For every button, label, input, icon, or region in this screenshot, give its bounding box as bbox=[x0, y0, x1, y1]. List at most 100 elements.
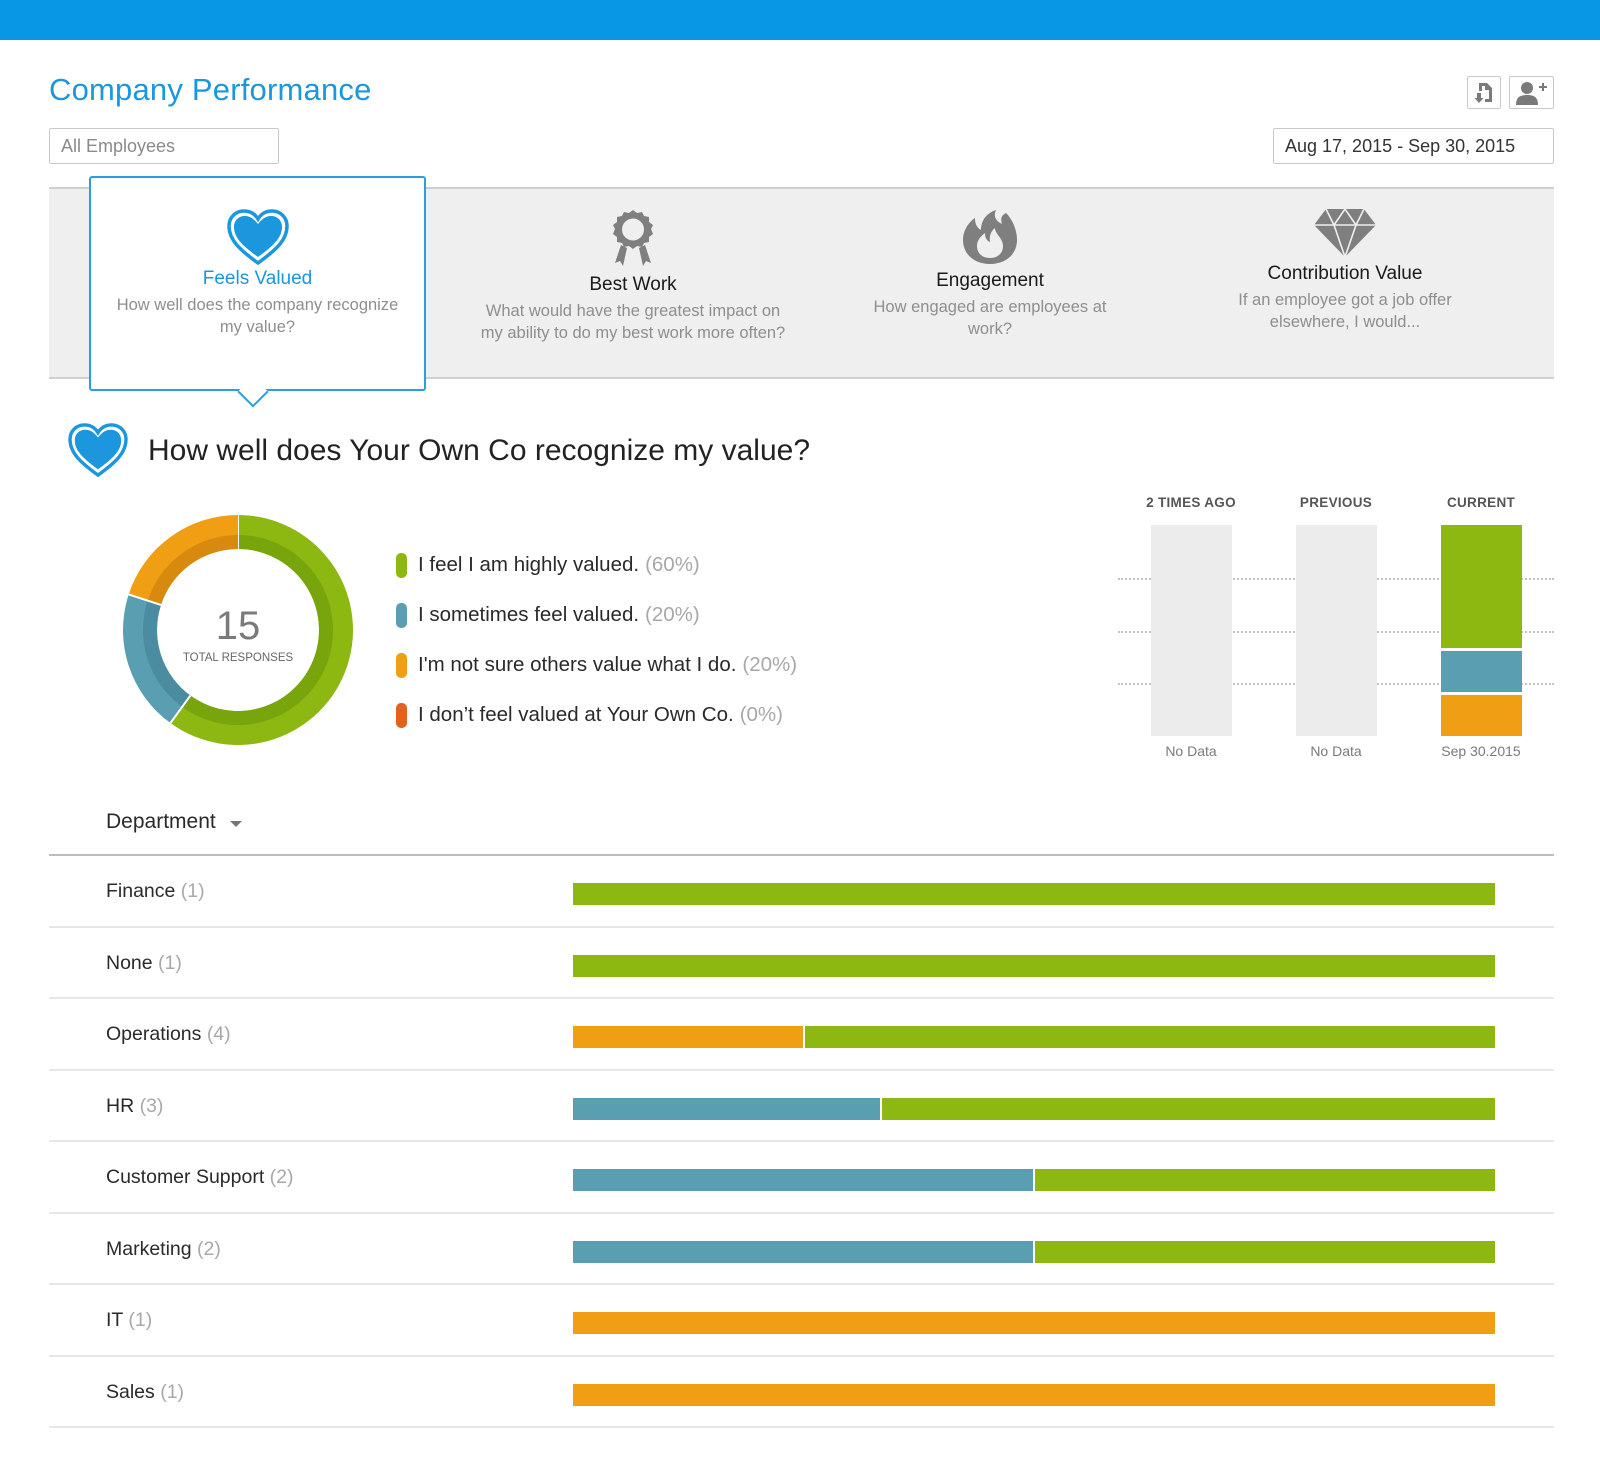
legend-swatch bbox=[396, 602, 407, 628]
heart-icon bbox=[68, 423, 128, 478]
category-tab-engagement[interactable]: Engagement How engaged are employees at … bbox=[855, 208, 1125, 340]
department-bar-segment bbox=[1035, 1169, 1495, 1191]
diamond-icon bbox=[1314, 207, 1376, 259]
department-bar-segment bbox=[573, 1026, 803, 1048]
trend-bar-segment bbox=[1441, 525, 1522, 648]
department-count: (2) bbox=[269, 1166, 294, 1188]
department-grouping-dropdown[interactable]: Department bbox=[106, 810, 242, 834]
legend-swatch bbox=[396, 702, 407, 728]
category-tab-best-work[interactable]: Best Work What would have the greatest i… bbox=[478, 208, 788, 344]
category-description: How engaged are employees at work? bbox=[873, 298, 1107, 338]
department-count: (1) bbox=[160, 1380, 185, 1403]
legend-percent: (20%) bbox=[742, 653, 798, 676]
export-button[interactable] bbox=[1467, 76, 1501, 109]
trend-bar bbox=[1296, 525, 1377, 736]
department-name: Customer Support bbox=[106, 1166, 265, 1188]
donut-total-value: 15 bbox=[216, 604, 261, 648]
employee-filter-select[interactable]: All Employees bbox=[49, 128, 279, 164]
award-ribbon-icon bbox=[613, 210, 653, 266]
department-bar-segment bbox=[573, 1240, 1033, 1263]
department-bar-segment bbox=[573, 883, 1495, 905]
department-stacked-bar bbox=[573, 1240, 1495, 1263]
department-count: (1) bbox=[158, 951, 182, 974]
department-label: HR (3) bbox=[106, 1095, 163, 1118]
trend-bar-segment bbox=[1441, 695, 1522, 736]
legend-label: I don’t feel valued at Your Own Co. bbox=[418, 703, 734, 726]
department-label: None (1) bbox=[106, 952, 182, 975]
legend-swatch bbox=[396, 552, 407, 578]
legend-percent: (20%) bbox=[645, 603, 700, 626]
department-bar-segment bbox=[573, 1169, 1033, 1191]
donut-legend: I feel I am highly valued. (60%) I sometim… bbox=[396, 540, 797, 740]
department-count: (1) bbox=[180, 880, 205, 902]
department-breakdown-table: Finance (1) None (1) Operations (4) HR (3) C… bbox=[49, 856, 1554, 1428]
department-label: Sales (1) bbox=[106, 1381, 184, 1404]
department-row[interactable]: Customer Support (2) bbox=[49, 1142, 1554, 1214]
donut-total-label: TOTAL RESPONSES bbox=[183, 652, 294, 664]
add-user-icon bbox=[1515, 81, 1547, 105]
department-name: Marketing bbox=[106, 1237, 192, 1260]
trend-stacked-bar-chart: 2 TIMES AGO No Data PREVIOUS No Data CURRENT… bbox=[1118, 495, 1554, 765]
category-title: Best Work bbox=[589, 274, 677, 295]
department-name: Operations bbox=[106, 1023, 202, 1045]
trend-column-header: PREVIOUS bbox=[1299, 495, 1373, 510]
trend-bar-segment bbox=[1441, 651, 1522, 692]
department-row[interactable]: HR (3) bbox=[49, 1071, 1554, 1142]
department-stacked-bar bbox=[573, 1169, 1495, 1191]
department-count: (1) bbox=[128, 1309, 153, 1331]
category-tab-feels-valued[interactable]: Feels Valued How well does the company r… bbox=[89, 176, 426, 391]
category-description: How well does the company recognize my v… bbox=[116, 296, 399, 336]
heart-icon bbox=[226, 209, 289, 266]
department-count: (3) bbox=[139, 1094, 164, 1117]
department-bar-segment bbox=[881, 1097, 1495, 1120]
trend-bar bbox=[1151, 525, 1232, 736]
department-count: (2) bbox=[197, 1237, 221, 1260]
trend-column-header: CURRENT bbox=[1446, 495, 1516, 510]
department-label: IT (1) bbox=[106, 1309, 152, 1332]
flame-icon bbox=[963, 210, 1017, 264]
add-user-button[interactable] bbox=[1509, 76, 1554, 109]
category-description: What would have the greatest impact on m… bbox=[480, 302, 786, 342]
department-stacked-bar bbox=[573, 883, 1495, 905]
legend-label: I sometimes feel valued. bbox=[418, 603, 640, 626]
trend-column-footer: Sep 30.2015 bbox=[1441, 743, 1521, 759]
legend-item: I don’t feel valued at Your Own Co. (0%) bbox=[396, 690, 797, 740]
category-tab-contribution-value[interactable]: Contribution Value If an employee got a … bbox=[1210, 207, 1480, 333]
responses-donut-chart: 15 TOTAL RESPONSES bbox=[123, 515, 353, 745]
trend-bar bbox=[1441, 525, 1522, 736]
department-bar-segment bbox=[573, 1097, 880, 1120]
department-row[interactable]: Finance (1) bbox=[49, 856, 1554, 928]
caret-down-icon bbox=[229, 820, 242, 827]
department-stacked-bar bbox=[573, 1026, 1495, 1048]
department-bar-segment bbox=[573, 954, 1495, 977]
department-count: (4) bbox=[206, 1023, 231, 1045]
department-header-label: Department bbox=[106, 810, 216, 833]
department-bar-segment bbox=[1035, 1240, 1495, 1263]
question-title: How well does Your Own Co recognize my v… bbox=[148, 434, 811, 467]
department-label: Finance (1) bbox=[106, 880, 205, 903]
department-bar-segment bbox=[573, 1312, 1495, 1334]
department-name: None bbox=[106, 951, 153, 974]
top-navigation-bar bbox=[0, 0, 1600, 40]
department-name: Finance bbox=[106, 880, 176, 902]
department-row[interactable]: IT (1) bbox=[49, 1285, 1554, 1357]
department-label: Customer Support (2) bbox=[106, 1166, 294, 1189]
legend-label: I'm not sure others value what I do. bbox=[418, 653, 737, 676]
department-row[interactable]: Sales (1) bbox=[49, 1357, 1554, 1428]
department-row[interactable]: Operations (4) bbox=[49, 999, 1554, 1071]
department-bar-segment bbox=[805, 1026, 1495, 1048]
legend-item: I'm not sure others value what I do. (20%… bbox=[396, 640, 797, 690]
legend-percent: (0%) bbox=[739, 703, 783, 726]
trend-column-footer: No Data bbox=[1310, 743, 1362, 759]
legend-label: I feel I am highly valued. bbox=[418, 553, 640, 576]
legend-swatch bbox=[396, 652, 407, 678]
date-range-picker[interactable]: Aug 17, 2015 - Sep 30, 2015 bbox=[1273, 128, 1554, 164]
department-row[interactable]: None (1) bbox=[49, 928, 1554, 999]
legend-item: I sometimes feel valued. (20%) bbox=[396, 590, 797, 640]
department-stacked-bar bbox=[573, 1383, 1495, 1406]
department-stacked-bar bbox=[573, 1097, 1495, 1120]
department-label: Marketing (2) bbox=[106, 1238, 221, 1261]
category-title: Engagement bbox=[936, 270, 1044, 291]
department-row[interactable]: Marketing (2) bbox=[49, 1214, 1554, 1285]
category-title: Feels Valued bbox=[202, 268, 313, 289]
